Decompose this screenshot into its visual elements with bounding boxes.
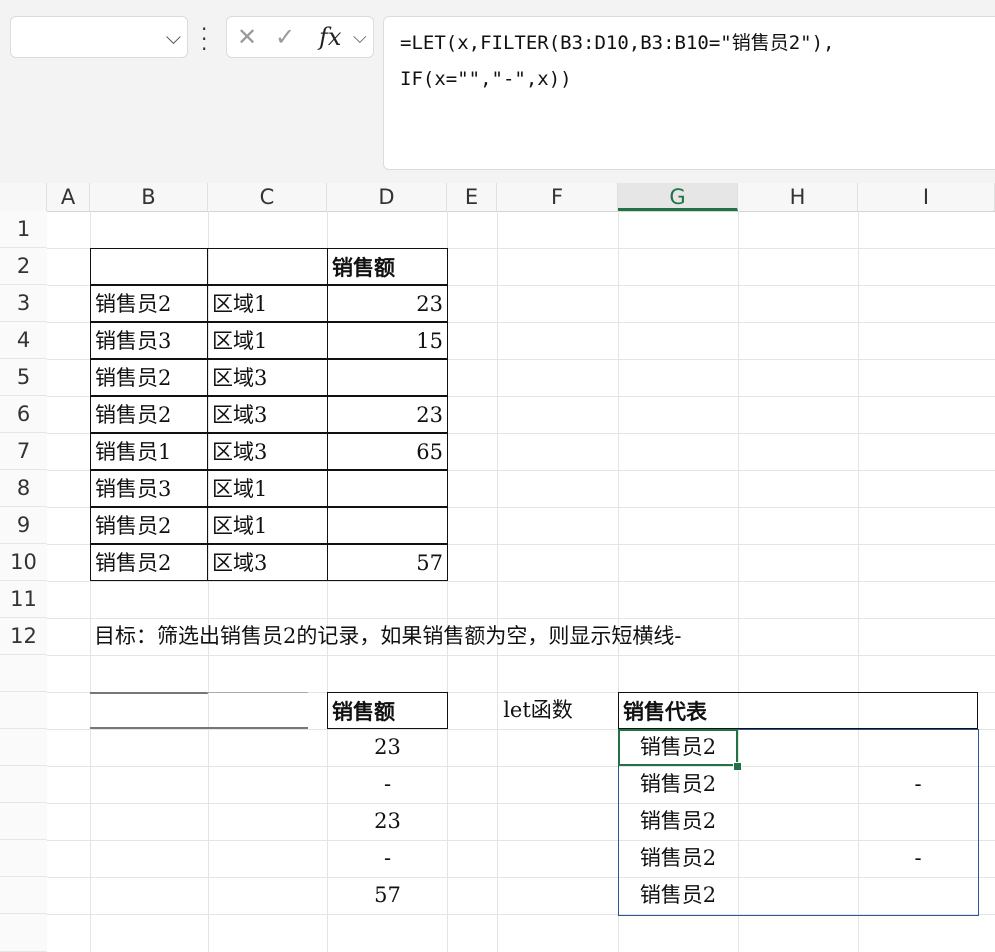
cell-b6[interactable]: 销售员2 [90,396,208,433]
cell-d7[interactable]: 65 [327,433,448,470]
cell-d8[interactable] [327,470,448,507]
fill-handle[interactable] [733,762,742,771]
col-header-f[interactable]: F [497,183,618,211]
result-g-4[interactable]: 销售员2 [618,840,738,877]
cell-d4[interactable]: 15 [327,322,448,359]
result-d-1[interactable]: 23 [327,729,448,766]
row-header-blurred[interactable] [0,803,47,840]
goal-text[interactable]: 目标：筛选出销售员2的记录，如果销售额为空，则显示短横线- [90,618,790,655]
cancel-icon[interactable]: ✕ [237,23,257,51]
row-header-blurred[interactable] [0,655,47,692]
row-header-9[interactable]: 9 [0,507,47,544]
row-header-10[interactable]: 10 [0,544,47,581]
row-header-blurred[interactable] [0,877,47,914]
cell-d6[interactable]: 23 [327,396,448,433]
formula-input[interactable]: =LET(x,FILTER(B3:D10,B3:B10="销售员2"), IF(x… [383,16,995,170]
row-header-1[interactable]: 1 [0,211,47,248]
result-d-3[interactable]: 23 [327,803,448,840]
col-header-d[interactable]: D [327,183,447,211]
result-header-h-blurred[interactable] [738,692,859,729]
result-d-2[interactable]: - [327,766,448,803]
cell-b5[interactable]: 销售员2 [90,359,208,396]
result-header-c-blurred[interactable] [207,692,308,729]
col-header-a[interactable]: A [47,183,90,211]
formula-bar-area: ⌵ · · · ✕ ✓ fx ⌵ =LET(x,FILTER(B3:D10,B3:B… [0,0,995,183]
col-header-i[interactable]: I [858,183,995,211]
col-header-e[interactable]: E [447,183,497,211]
formula-line-2: IF(x="","-",x)) [400,68,572,90]
result-header-d[interactable]: 销售额 [327,692,448,729]
cell-c3[interactable]: 区域1 [207,285,328,322]
cell-c4[interactable]: 区域1 [207,322,328,359]
grid-line [47,581,995,582]
cell-b9[interactable]: 销售员2 [90,507,208,544]
row-header-blurred[interactable] [0,766,47,803]
result-d-5[interactable]: 57 [327,877,448,914]
result-i-2[interactable]: - [858,766,978,803]
cell-b4[interactable]: 销售员3 [90,322,208,359]
select-all-corner[interactable] [0,183,47,211]
cell-d3[interactable]: 23 [327,285,448,322]
result-g-2[interactable]: 销售员2 [618,766,738,803]
cell-b2-blurred[interactable] [90,248,208,285]
cell-c10[interactable]: 区域3 [207,544,328,581]
cell-c7[interactable]: 区域3 [207,433,328,470]
cell-c5[interactable]: 区域3 [207,359,328,396]
row-header-2[interactable]: 2 [0,248,47,285]
row-header-7[interactable]: 7 [0,433,47,470]
result-header-b-blurred[interactable] [90,692,208,729]
result-d-4[interactable]: - [327,840,448,877]
result-g-3[interactable]: 销售员2 [618,803,738,840]
cell-d10[interactable]: 57 [327,544,448,581]
col-header-c[interactable]: C [208,183,327,211]
col-header-g[interactable]: G [618,183,738,211]
cell-c2-blurred[interactable] [207,248,328,285]
confirm-icon[interactable]: ✓ [275,23,295,51]
formula-line-1: =LET(x,FILTER(B3:D10,B3:B10="销售员2"), [400,32,835,54]
result-i-4[interactable]: - [858,840,978,877]
row-header-blurred[interactable] [0,729,47,766]
row-header-blurred[interactable] [0,840,47,877]
row-header-5[interactable]: 5 [0,359,47,396]
row-header-4[interactable]: 4 [0,322,47,359]
row-header-blurred[interactable] [0,692,47,729]
chevron-down-icon[interactable]: ⌵ [166,25,181,49]
cell-b8[interactable]: 销售员3 [90,470,208,507]
chevron-down-icon[interactable]: ⌵ [353,27,367,48]
cell-b10[interactable]: 销售员2 [90,544,208,581]
cell-b7[interactable]: 销售员1 [90,433,208,470]
name-box[interactable]: ⌵ [10,16,188,58]
result-header-g[interactable]: 销售代表 [618,692,739,729]
cell-d2[interactable]: 销售额 [327,248,448,285]
cell-c6[interactable]: 区域3 [207,396,328,433]
grid-line [47,655,995,656]
row-header-8[interactable]: 8 [0,470,47,507]
cell-d5[interactable] [327,359,448,396]
cell-b3[interactable]: 销售员2 [90,285,208,322]
result-header-i-blurred[interactable] [858,692,978,729]
cell-d9[interactable] [327,507,448,544]
insert-function-icon[interactable]: fx [319,23,341,51]
formula-controls: ✕ ✓ fx ⌵ [226,16,374,58]
row-header-6[interactable]: 6 [0,396,47,433]
column-header-bar: A B C D E F G H I [0,183,995,212]
cell-c9[interactable]: 区域1 [207,507,328,544]
col-header-h[interactable]: H [738,183,858,211]
row-header-blurred[interactable] [0,914,47,952]
row-header-12[interactable]: 12 [0,618,47,655]
row-header-11[interactable]: 11 [0,581,47,618]
col-header-b[interactable]: B [90,183,208,211]
active-cell[interactable] [618,729,738,766]
row-header-3[interactable]: 3 [0,285,47,322]
cell-c8[interactable]: 区域1 [207,470,328,507]
result-g-5[interactable]: 销售员2 [618,877,738,914]
result-header-f[interactable]: let函数 [497,692,579,729]
more-options-icon[interactable]: · · · [201,19,207,59]
